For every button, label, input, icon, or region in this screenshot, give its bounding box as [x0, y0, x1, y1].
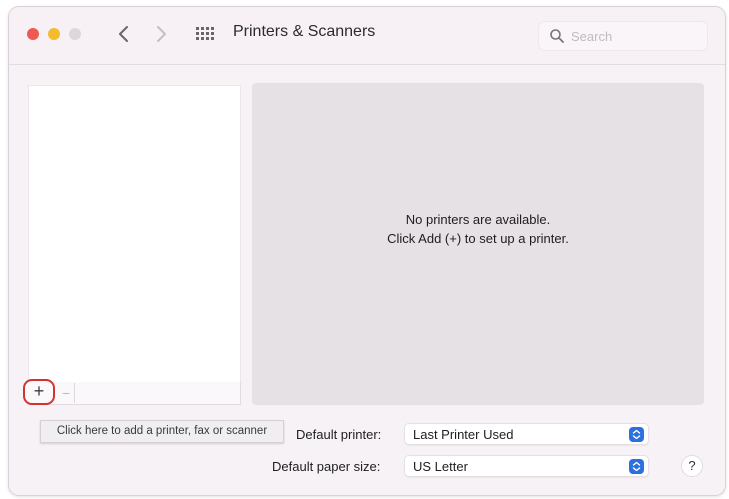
back-button[interactable]: [113, 21, 135, 47]
zoom-button[interactable]: [69, 28, 81, 40]
paper-size-select[interactable]: US Letter: [404, 455, 649, 477]
search-placeholder: Search: [571, 29, 613, 44]
remove-printer-button[interactable]: −: [59, 384, 73, 402]
help-button[interactable]: ?: [681, 455, 703, 477]
close-button[interactable]: [27, 28, 39, 40]
empty-state-message: No printers are available. Click Add (+)…: [252, 210, 704, 248]
printers-scanners-window: Printers & Scanners Search + − No printe…: [8, 6, 726, 496]
grid-icon: [196, 27, 214, 40]
window-title: Printers & Scanners: [233, 23, 376, 40]
up-down-arrows-icon: [629, 427, 644, 442]
show-all-button[interactable]: [195, 26, 217, 42]
search-icon: [549, 28, 565, 49]
empty-state-line-1: No printers are available.: [405, 212, 551, 227]
paper-size-value: US Letter: [413, 459, 468, 474]
empty-state-line-2: Click Add (+) to set up a printer.: [387, 231, 569, 246]
title-bar: Printers & Scanners Search: [9, 7, 725, 65]
chevron-left-icon: [119, 26, 128, 42]
default-printer-value: Last Printer Used: [413, 427, 514, 442]
add-printer-button[interactable]: +: [23, 379, 55, 405]
up-down-arrows-icon: [629, 459, 644, 474]
default-printer-label: Default printer:: [296, 427, 382, 442]
forward-button[interactable]: [150, 21, 172, 47]
minimize-button[interactable]: [48, 28, 60, 40]
printer-detail-panel: No printers are available. Click Add (+)…: [252, 83, 704, 405]
toolbar-divider: [74, 383, 75, 403]
default-printer-select[interactable]: Last Printer Used: [404, 423, 649, 445]
chevron-right-icon: [157, 26, 166, 42]
printer-list[interactable]: [28, 85, 241, 383]
paper-size-label: Default paper size:: [272, 459, 381, 474]
add-printer-tooltip: Click here to add a printer, fax or scan…: [40, 420, 284, 443]
search-field[interactable]: Search: [538, 21, 708, 51]
